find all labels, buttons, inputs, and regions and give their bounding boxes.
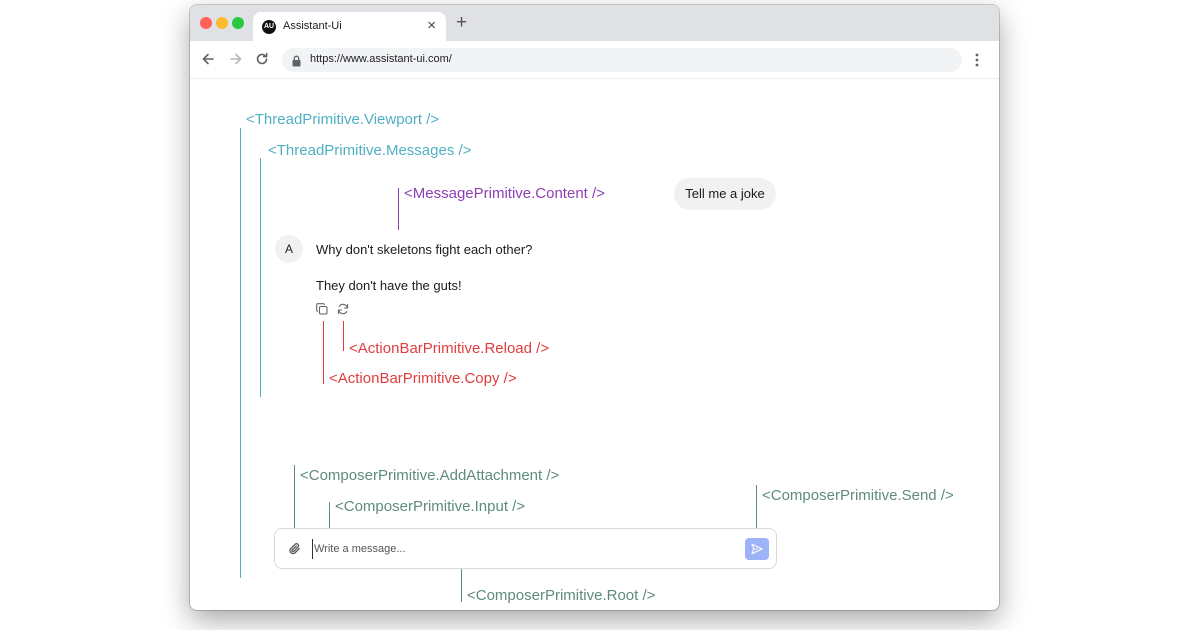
kebab-menu-icon[interactable] (975, 52, 979, 68)
reload-annotation: <ActionBarPrimitive.Reload /> (349, 340, 550, 357)
send-annotation: <ComposerPrimitive.Send /> (762, 487, 954, 504)
message-content-guide-line (398, 188, 399, 230)
arrow-left-icon[interactable] (199, 50, 217, 68)
browser-tab[interactable]: AU Assistant-Ui × (253, 12, 446, 42)
user-message-bubble: Tell me a joke (674, 178, 776, 210)
refresh-icon[interactable] (337, 303, 349, 315)
copy-icon[interactable] (316, 303, 328, 315)
input-annotation: <ComposerPrimitive.Input /> (335, 498, 526, 515)
tab-title: Assistant-Ui (283, 20, 342, 32)
minimize-window-button[interactable] (216, 17, 228, 29)
copy-annotation: <ActionBarPrimitive.Copy /> (329, 370, 517, 387)
assistant-message-line: Why don't skeletons fight each other? (316, 242, 533, 257)
send-icon (751, 543, 763, 555)
tab-close-icon[interactable]: × (427, 18, 436, 34)
arrow-right-icon[interactable] (227, 50, 245, 68)
favicon-icon: AU (262, 20, 276, 34)
copy-guide-line (323, 321, 324, 384)
browser-toolbar: https://www.assistant-ui.com/ (190, 41, 999, 79)
messages-annotation: <ThreadPrimitive.Messages /> (268, 142, 472, 159)
paperclip-icon[interactable] (288, 542, 302, 556)
maximize-window-button[interactable] (232, 17, 244, 29)
avatar: A (275, 235, 303, 263)
add-attachment-annotation: <ComposerPrimitive.AddAttachment /> (300, 467, 560, 484)
message-input[interactable] (312, 539, 732, 559)
browser-window: AU Assistant-Ui × + https://www.assistan… (190, 5, 999, 610)
lock-icon (292, 54, 301, 67)
address-bar[interactable]: https://www.assistant-ui.com/ (282, 48, 962, 72)
url-text[interactable]: https://www.assistant-ui.com/ (310, 53, 452, 65)
reload-guide-line (343, 321, 344, 351)
viewport-guide-line (240, 128, 241, 578)
root-annotation: <ComposerPrimitive.Root /> (467, 587, 656, 604)
assistant-message-line: They don't have the guts! (316, 278, 462, 293)
composer (274, 528, 777, 569)
browser-titlebar: AU Assistant-Ui × + (190, 5, 999, 42)
close-window-button[interactable] (200, 17, 212, 29)
new-tab-icon[interactable]: + (456, 13, 467, 32)
messages-guide-line (260, 158, 261, 397)
viewport-annotation: <ThreadPrimitive.Viewport /> (246, 111, 440, 128)
root-guide-line (461, 569, 462, 602)
message-content-annotation: <MessagePrimitive.Content /> (404, 185, 605, 202)
send-button[interactable] (745, 538, 769, 560)
reload-icon[interactable] (253, 50, 271, 68)
